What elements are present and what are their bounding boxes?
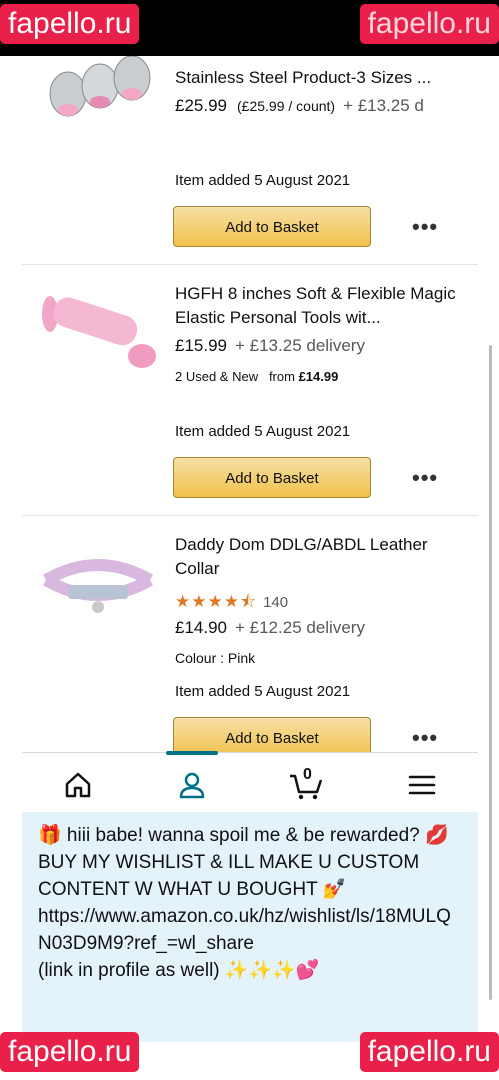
- list-item: Daddy Dom DDLG/ABDL Leather Collar ★★★★⯪…: [22, 515, 478, 754]
- product-title[interactable]: Daddy Dom DDLG/ABDL Leather Collar: [175, 533, 465, 581]
- product-image[interactable]: [38, 535, 158, 635]
- cart-count: 0: [303, 766, 312, 783]
- add-to-basket-button[interactable]: Add to Basket: [173, 457, 371, 498]
- watermark: fapello.ru: [0, 1032, 140, 1072]
- delivery-cost: + £12.25 delivery: [235, 618, 365, 637]
- price: £25.99: [175, 96, 227, 115]
- watermark: fapello.ru: [359, 4, 499, 44]
- caption-text: 🎁 hiii babe! wanna spoil me & be rewarde…: [38, 825, 449, 900]
- more-options-icon[interactable]: •••: [412, 465, 438, 491]
- used-new-offers[interactable]: 2 Used & New from £14.99: [175, 369, 338, 384]
- product-image[interactable]: [38, 284, 158, 384]
- bottom-nav: 0: [22, 751, 478, 813]
- item-added-date: Item added 5 August 2021: [175, 423, 351, 440]
- product-title[interactable]: HGFH 8 inches Soft & Flexible Magic Elas…: [175, 282, 465, 330]
- product-image[interactable]: [38, 56, 158, 136]
- active-tab-indicator: [166, 751, 218, 755]
- price-line: £25.99 (£25.99 / count) + £13.25 d: [175, 96, 424, 116]
- home-icon[interactable]: [62, 769, 94, 801]
- list-item: Stainless Steel Product-3 Sizes ... £25.…: [22, 56, 478, 265]
- delivery-cost: + £13.25 delivery: [235, 336, 365, 355]
- account-icon[interactable]: [176, 769, 208, 801]
- unit-price: (£25.99 / count): [237, 98, 336, 114]
- product-colour: Colour : Pink: [175, 650, 256, 666]
- watermark: fapello.ru: [359, 1032, 499, 1072]
- product-title[interactable]: Stainless Steel Product-3 Sizes ...: [175, 66, 465, 90]
- caption-note: (link in profile as well) ✨✨✨💕: [38, 960, 320, 981]
- wishlist-link[interactable]: https://www.amazon.co.uk/hz/wishlist/ls/…: [38, 903, 462, 957]
- list-item: HGFH 8 inches Soft & Flexible Magic Elas…: [22, 264, 478, 516]
- more-options-icon[interactable]: •••: [412, 725, 438, 751]
- price: £14.90: [175, 618, 227, 637]
- add-to-basket-button[interactable]: Add to Basket: [173, 717, 371, 754]
- price-line: £14.90 + £12.25 delivery: [175, 618, 365, 638]
- story-caption: 🎁 hiii babe! wanna spoil me & be rewarde…: [22, 812, 478, 1042]
- more-options-icon[interactable]: •••: [412, 214, 438, 240]
- menu-icon[interactable]: [406, 769, 438, 801]
- item-added-date: Item added 5 August 2021: [175, 172, 351, 189]
- scrollbar[interactable]: [489, 345, 492, 1000]
- stars-icon: ★★★★⯪: [175, 592, 258, 611]
- watermark: fapello.ru: [0, 4, 140, 44]
- add-to-basket-button[interactable]: Add to Basket: [173, 206, 371, 247]
- item-added-date: Item added 5 August 2021: [175, 683, 351, 700]
- rating-count: 140: [263, 594, 289, 611]
- star-rating[interactable]: ★★★★⯪ 140: [175, 589, 288, 618]
- price-line: £15.99 + £13.25 delivery: [175, 336, 365, 356]
- price: £15.99: [175, 336, 227, 355]
- wishlist-items[interactable]: Stainless Steel Product-3 Sizes ... £25.…: [22, 56, 478, 754]
- delivery-cost: + £13.25 d: [343, 96, 424, 115]
